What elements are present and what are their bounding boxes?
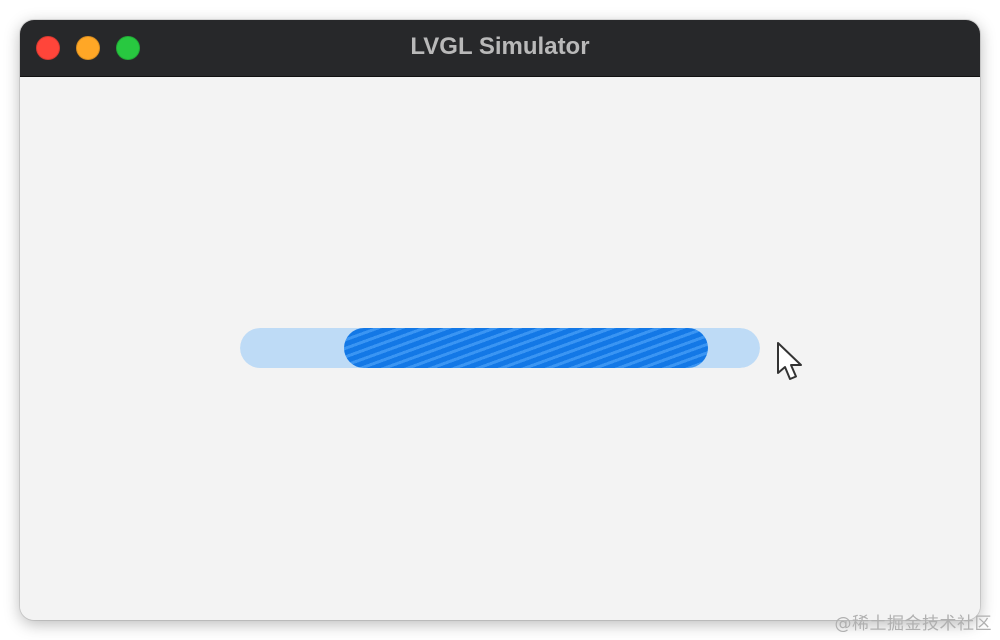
window-title: LVGL Simulator [410,33,590,60]
progress-bar-indicator [344,328,708,368]
title-bar[interactable]: LVGL Simulator [20,20,980,77]
watermark: @稀土掘金技术社区 [834,614,992,634]
simulator-window: LVGL Simulator [20,20,980,620]
simulator-screen [20,77,980,620]
arrow-pointer-icon [777,342,802,380]
progress-bar[interactable] [240,328,760,368]
